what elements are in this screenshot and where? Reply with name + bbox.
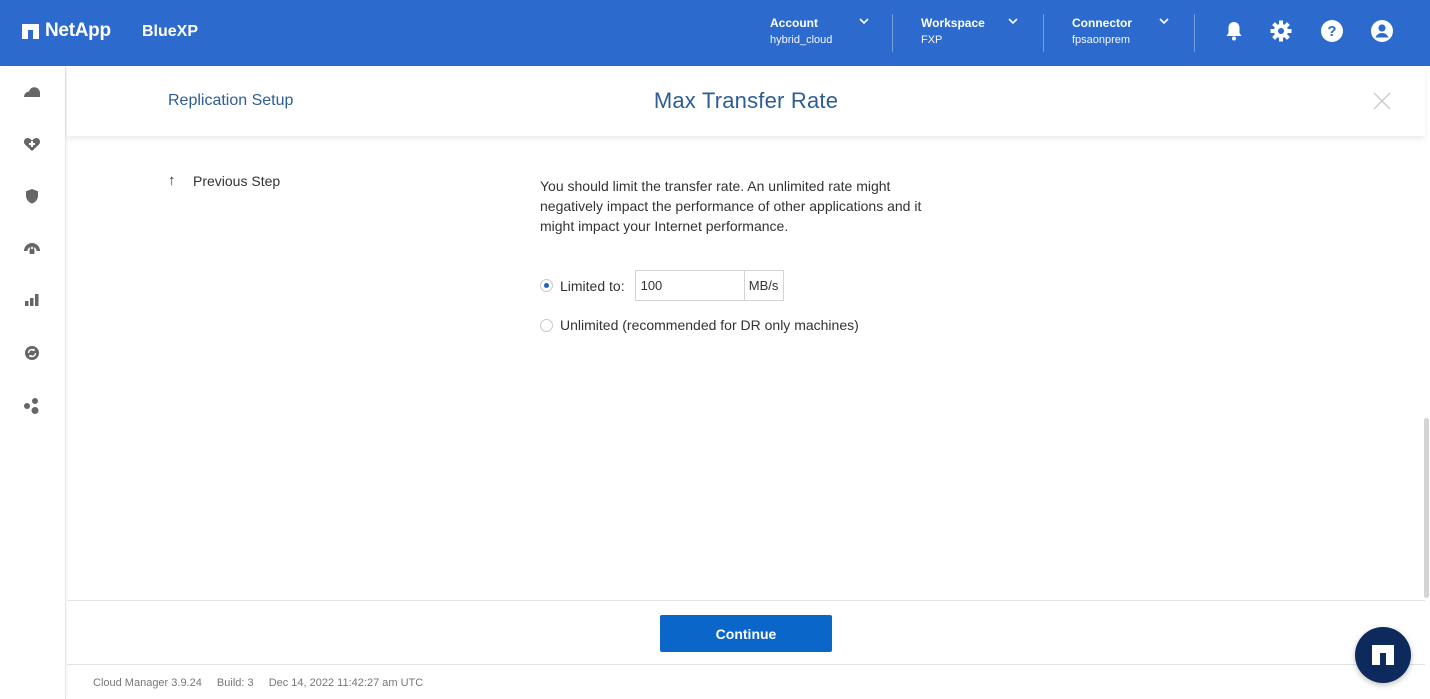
protection-shield-icon[interactable] <box>22 186 42 206</box>
connector-dropdown[interactable]: Connector fpsaonprem <box>1072 15 1182 51</box>
netapp-logo-icon <box>22 23 39 39</box>
wizard-footer: Continue <box>67 600 1425 665</box>
limited-option: Limited to: MB/s <box>540 270 784 301</box>
workspace-value: FXP <box>921 34 943 46</box>
netapp-chat-button[interactable] <box>1355 627 1411 683</box>
top-navigation-bar: NetApp BlueXP Account hybrid_cloud Works… <box>0 0 1430 66</box>
account-value: hybrid_cloud <box>770 34 833 46</box>
rate-input-group: MB/s <box>634 270 784 301</box>
unlimited-label[interactable]: Unlimited (recommended for DR only machi… <box>560 317 859 333</box>
governance-icon[interactable] <box>22 238 42 258</box>
product-name: BlueXP <box>142 23 199 40</box>
storage-cloud-icon[interactable] <box>22 82 42 102</box>
version-text: Cloud Manager 3.9.24 <box>93 677 202 689</box>
account-dropdown[interactable]: Account hybrid_cloud <box>770 15 880 51</box>
user-icon[interactable] <box>1370 19 1394 43</box>
divider <box>892 14 893 52</box>
close-button[interactable] <box>1373 92 1391 110</box>
rate-unit: MB/s <box>743 271 783 300</box>
previous-step-link[interactable]: ↑ Previous Step <box>168 172 280 189</box>
limited-radio[interactable] <box>540 279 553 292</box>
divider <box>1194 14 1195 52</box>
rate-value-input[interactable] <box>635 271 744 300</box>
close-icon <box>1373 92 1391 110</box>
timestamp-text: Dec 14, 2022 11:42:27 am UTC <box>268 677 424 689</box>
extensions-icon[interactable] <box>22 396 42 416</box>
continue-button[interactable]: Continue <box>660 615 832 652</box>
workspace-dropdown[interactable]: Workspace FXP <box>921 15 1031 51</box>
gear-icon[interactable] <box>1269 19 1293 43</box>
scrollbar[interactable] <box>1424 418 1429 598</box>
help-icon[interactable]: ? <box>1320 19 1344 43</box>
connector-value: fpsaonprem <box>1072 34 1131 46</box>
chevron-down-icon <box>859 18 869 25</box>
analytics-icon[interactable] <box>22 290 42 310</box>
chevron-down-icon <box>1159 18 1169 25</box>
netapp-logo[interactable]: NetApp <box>22 20 111 42</box>
status-bar: Cloud Manager 3.9.24 Build: 3 Dec 14, 20… <box>93 677 435 689</box>
wizard-header: Replication Setup Max Transfer Rate <box>67 66 1425 136</box>
unlimited-radio[interactable] <box>540 318 553 332</box>
brand-name: NetApp <box>45 20 111 41</box>
left-sidebar <box>0 66 66 699</box>
previous-step-label: Previous Step <box>193 172 281 189</box>
sync-icon[interactable] <box>22 343 42 363</box>
netapp-logo-icon <box>1372 645 1394 665</box>
bell-icon[interactable] <box>1222 19 1246 43</box>
build-text: Build: 3 <box>216 677 254 689</box>
limited-label[interactable]: Limited to: <box>560 278 625 294</box>
divider <box>1043 14 1044 52</box>
svg-text:?: ? <box>1327 23 1336 40</box>
chevron-down-icon <box>1008 18 1018 25</box>
health-icon[interactable] <box>22 134 42 154</box>
page-title: Max Transfer Rate <box>653 88 839 113</box>
unlimited-option: Unlimited (recommended for DR only machi… <box>540 317 859 333</box>
transfer-rate-description: You should limit the transfer rate. An u… <box>540 178 922 234</box>
arrow-up-icon: ↑ <box>168 172 176 189</box>
